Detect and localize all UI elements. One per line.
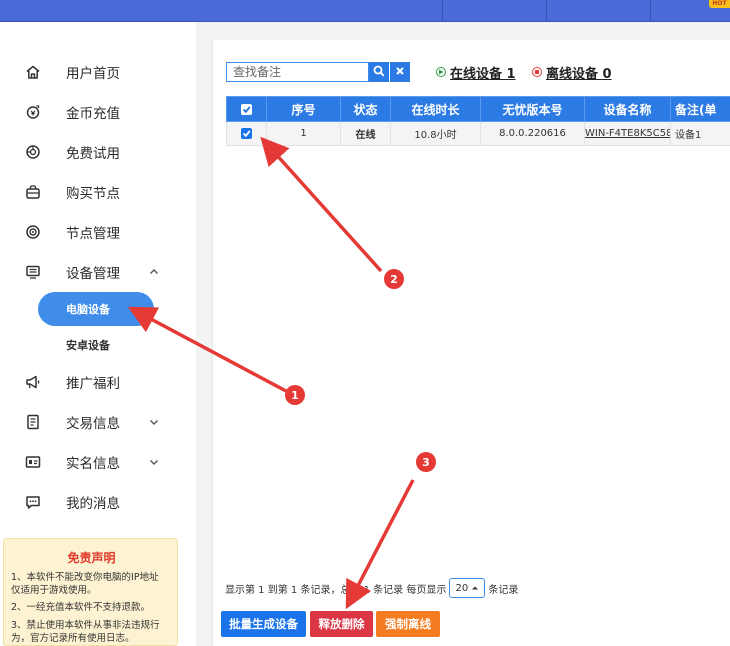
annotation-badge: 1: [285, 385, 305, 405]
cell-device-name[interactable]: WIN-F4TE8K5C587: [584, 121, 671, 146]
clear-search-button[interactable]: [390, 62, 410, 82]
sidebar-item-free-trial[interactable]: 免费试用: [0, 132, 196, 172]
search-button[interactable]: [369, 62, 389, 82]
offline-devices-filter[interactable]: 离线设备 0: [532, 64, 612, 82]
disclaimer-box: 免责声明 1、本软件不能改变你电脑的IP地址 仅适用于游戏使用。 2、一经充值本…: [3, 538, 178, 646]
sidebar-item-home[interactable]: 用户首页: [0, 52, 196, 92]
annotation-badge: 2: [384, 269, 404, 289]
cell-online-duration: 10.8小时: [390, 121, 481, 146]
cell-version: 8.0.0.220616: [480, 121, 585, 146]
sidebar-item-label: 设备管理: [66, 266, 120, 282]
document-icon: [24, 413, 42, 431]
column-header-version[interactable]: 无忧版本号: [480, 96, 585, 122]
chevron-down-icon[interactable]: [148, 456, 160, 468]
sidebar-item-label: 推广福利: [66, 376, 120, 392]
target-icon: [24, 223, 42, 241]
select-all-checkbox[interactable]: [241, 104, 252, 115]
hot-badge: HOT: [709, 0, 730, 8]
monitor-icon: [24, 263, 42, 281]
column-header-status[interactable]: 状态: [340, 96, 391, 122]
devices-table: 序号 状态 在线时长 无忧版本号 设备名称 备注(单 1 在线 10.8小时 8…: [226, 96, 730, 146]
disclaimer-line: 仅适用于游戏使用。: [11, 585, 97, 596]
pagination-summary: 显示第 1 到第 1 条记录，总共 1 条记录 每页显示: [225, 584, 447, 596]
sidebar-item-label: 实名信息: [66, 456, 120, 472]
online-devices-filter[interactable]: 在线设备 1: [436, 64, 516, 82]
shopping-bag-icon: [24, 183, 42, 201]
stop-icon: [532, 67, 542, 77]
offline-devices-label: 离线设备 0: [546, 66, 612, 82]
message-icon: [24, 493, 42, 511]
sidebar-item-label: 我的消息: [66, 496, 120, 512]
sidebar-item-node-management[interactable]: 节点管理: [0, 212, 196, 252]
sidebar-item-transactions[interactable]: 交易信息: [0, 402, 196, 442]
submenu-item-android-devices[interactable]: 安卓设备: [38, 328, 154, 362]
top-navigation-bar: HOT: [0, 0, 730, 22]
sidebar-item-recharge[interactable]: 金币充值: [0, 92, 196, 132]
batch-generate-button[interactable]: 批量生成设备: [221, 611, 306, 637]
sidebar-item-label: 金币充值: [66, 106, 120, 122]
page-size-select[interactable]: 20: [449, 578, 486, 598]
disclaimer-line: 3、禁止使用本软件从事非法违规行: [11, 620, 160, 631]
coin-icon: [24, 103, 42, 121]
online-devices-label: 在线设备 1: [450, 66, 516, 82]
cell-status: 在线: [340, 121, 391, 146]
disclaimer-line: 为，官方记录所有使用日志。: [11, 633, 135, 644]
table-header-row: 序号 状态 在线时长 无忧版本号 设备名称 备注(单: [226, 96, 730, 122]
close-icon: [395, 65, 405, 79]
chevron-up-icon[interactable]: [148, 266, 160, 278]
search-input[interactable]: [226, 62, 369, 82]
megaphone-icon: [24, 373, 42, 391]
disclaimer-title: 免责声明: [67, 551, 116, 565]
id-card-icon: [24, 453, 42, 471]
caret-up-icon: [472, 586, 479, 590]
select-all-cell[interactable]: [226, 96, 267, 122]
column-header-online-duration[interactable]: 在线时长: [390, 96, 481, 122]
play-icon: [436, 67, 446, 77]
column-header-index[interactable]: 序号: [266, 96, 341, 122]
home-icon: [24, 63, 42, 81]
sidebar-item-label: 用户首页: [66, 66, 120, 82]
sidebar-item-promotion[interactable]: 推广福利: [0, 362, 196, 402]
search-icon: [373, 65, 385, 80]
sidebar-item-label: 免费试用: [66, 146, 120, 162]
gift-icon: [24, 143, 42, 161]
sidebar-item-device-management[interactable]: 设备管理: [0, 252, 196, 292]
chevron-down-icon[interactable]: [148, 416, 160, 428]
table-row[interactable]: 1 在线 10.8小时 8.0.0.220616 WIN-F4TE8K5C587…: [226, 121, 730, 146]
disclaimer-line: 2、一经充值本软件不支持退款。: [11, 602, 151, 613]
row-select-cell[interactable]: [226, 121, 267, 146]
sidebar-item-messages[interactable]: 我的消息: [0, 482, 196, 522]
pagination-suffix: 条记录: [488, 584, 519, 596]
sidebar-item-real-name[interactable]: 实名信息: [0, 442, 196, 482]
topbar-divider: [650, 0, 651, 22]
annotation-badge: 3: [416, 452, 436, 472]
submenu-item-pc-devices[interactable]: 电脑设备: [38, 292, 154, 326]
force-offline-button[interactable]: 强制离线: [376, 611, 440, 637]
column-header-device-name[interactable]: 设备名称: [584, 96, 671, 122]
disclaimer-line: 1、本软件不能改变你电脑的IP地址: [11, 572, 159, 583]
sidebar-item-buy-node[interactable]: 购买节点: [0, 172, 196, 212]
sidebar-item-label: 购买节点: [66, 186, 120, 202]
topbar-divider: [442, 0, 443, 22]
page-size-value: 20: [455, 582, 469, 594]
cell-note[interactable]: 设备1: [670, 121, 730, 146]
sidebar-item-label: 交易信息: [66, 416, 120, 432]
pagination: 显示第 1 到第 1 条记录，总共 1 条记录 每页显示 20 条记录: [225, 578, 518, 598]
topbar-divider: [546, 0, 547, 22]
sidebar-item-label: 节点管理: [66, 226, 120, 242]
column-header-note[interactable]: 备注(单: [670, 96, 730, 122]
row-checkbox[interactable]: [241, 127, 252, 139]
release-delete-button[interactable]: 释放删除: [310, 611, 373, 637]
cell-index: 1: [266, 121, 341, 146]
